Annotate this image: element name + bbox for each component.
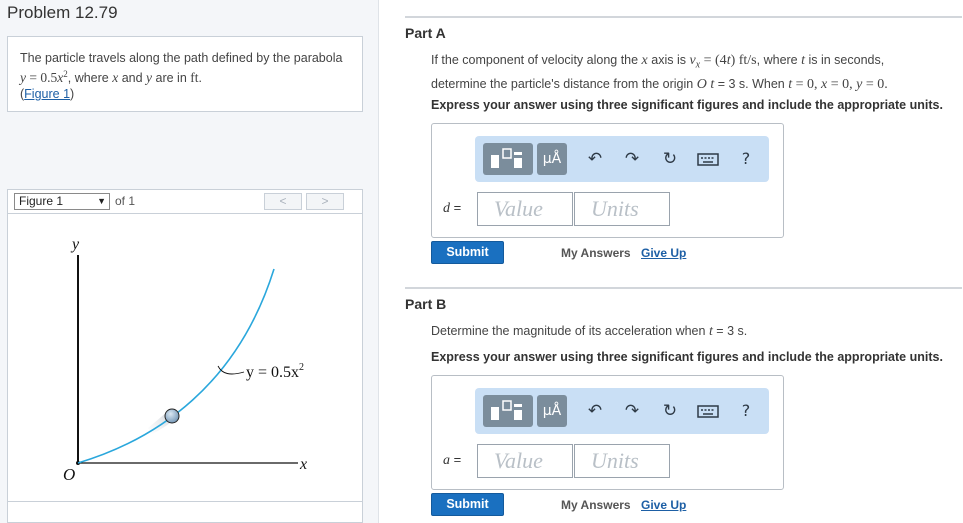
q-text: is in seconds, bbox=[805, 53, 885, 67]
keyboard-icon[interactable] bbox=[695, 395, 721, 427]
q-text: Determine the magnitude of its accelerat… bbox=[431, 324, 709, 338]
keyboard-icon[interactable] bbox=[695, 143, 721, 175]
part-a-answer-box: μÅ ↶ ↷ ↻ ? d = Value Units bbox=[431, 123, 784, 238]
math-toolbar: μÅ ↶ ↷ ↻ ? bbox=[475, 388, 769, 434]
value-input[interactable]: Value bbox=[477, 192, 573, 226]
reset-icon[interactable]: ↻ bbox=[657, 143, 683, 175]
part-b-title: Part B bbox=[405, 296, 447, 312]
origin-label: O bbox=[63, 465, 75, 484]
units-button[interactable]: μÅ bbox=[537, 395, 567, 427]
help-button[interactable]: ? bbox=[733, 143, 759, 175]
curve-label: y = 0.5x2 bbox=[246, 362, 304, 381]
q-eq: = 0. bbox=[862, 76, 888, 92]
reset-icon[interactable]: ↻ bbox=[657, 395, 683, 427]
unit-ft: ft bbox=[190, 70, 199, 86]
next-figure-button[interactable]: > bbox=[306, 193, 344, 210]
part-b-submit-button[interactable]: Submit bbox=[431, 493, 504, 516]
part-b-give-up-link[interactable]: Give Up bbox=[641, 498, 686, 512]
q-eq: = (4 bbox=[700, 53, 727, 68]
figure-diagram: y = 0.5x2 y x O bbox=[63, 236, 307, 484]
figure-count: of 1 bbox=[115, 194, 136, 208]
q-text: , where bbox=[756, 53, 802, 67]
value-input[interactable]: Value bbox=[477, 444, 573, 478]
problem-text-where: , where bbox=[67, 71, 113, 86]
y-axis-label: y bbox=[70, 236, 80, 253]
part-a-title: Part A bbox=[405, 25, 446, 41]
q-eq: = 0, bbox=[827, 76, 857, 92]
figure-select-value: Figure 1 bbox=[19, 194, 64, 208]
q-text: = 3 s. When bbox=[714, 76, 789, 91]
q-text: = 3 s. bbox=[712, 324, 748, 338]
part-a-instruction: Express your answer using three signific… bbox=[431, 98, 943, 112]
part-a-divider bbox=[405, 16, 962, 18]
var-a: a bbox=[443, 453, 450, 468]
units-input[interactable]: Units bbox=[574, 444, 670, 478]
problem-title: Problem 12.79 bbox=[7, 3, 118, 22]
part-b-answer-box: μÅ ↶ ↷ ↻ ? a = Value Units bbox=[431, 375, 784, 490]
q-eq: = 0, bbox=[792, 76, 822, 92]
undo-icon[interactable]: ↶ bbox=[582, 143, 608, 175]
redo-icon[interactable]: ↷ bbox=[619, 395, 645, 427]
part-b-instruction: Express your answer using three signific… bbox=[431, 350, 943, 364]
units-button[interactable]: μÅ bbox=[537, 143, 567, 175]
part-b-divider bbox=[405, 287, 962, 289]
figure-footer bbox=[7, 502, 363, 523]
undo-icon[interactable]: ↶ bbox=[582, 395, 608, 427]
problem-text: The particle travels along the path defi… bbox=[20, 51, 343, 65]
templates-icon bbox=[491, 148, 522, 168]
x-axis-label: x bbox=[299, 456, 307, 473]
problem-text-period: . bbox=[198, 71, 202, 86]
problem-text-and: and bbox=[118, 71, 147, 86]
figure-panel: y = 0.5x2 y x O bbox=[7, 213, 363, 502]
chevron-left-icon: < bbox=[279, 194, 287, 208]
q-var-o: O bbox=[696, 76, 707, 92]
q-eq: ) ft/s bbox=[730, 53, 757, 68]
units-input[interactable]: Units bbox=[574, 192, 670, 226]
q-text: axis is bbox=[647, 53, 690, 67]
figure-link[interactable]: Figure 1 bbox=[24, 87, 70, 101]
dropdown-arrow-icon: ▼ bbox=[97, 196, 106, 206]
part-a-submit-button[interactable]: Submit bbox=[431, 241, 504, 264]
chevron-right-icon: > bbox=[321, 194, 329, 208]
part-b-my-answers[interactable]: My Answers bbox=[561, 498, 631, 512]
q-text: If the component of velocity along the bbox=[431, 53, 642, 67]
prev-figure-button[interactable]: < bbox=[264, 193, 302, 210]
part-a-give-up-link[interactable]: Give Up bbox=[641, 246, 686, 260]
particle bbox=[164, 408, 180, 424]
figure-select[interactable]: Figure 1 ▼ bbox=[14, 193, 110, 210]
var-equals: = bbox=[450, 200, 462, 215]
part-a-question: If the component of velocity along the x… bbox=[431, 51, 963, 94]
redo-icon[interactable]: ↷ bbox=[619, 143, 645, 175]
part-a-my-answers[interactable]: My Answers bbox=[561, 246, 631, 260]
answer-var-label: d = bbox=[443, 200, 461, 217]
eq-middle: = 0.5 bbox=[26, 70, 58, 86]
figure-toolbar: Figure 1 ▼ of 1 < > bbox=[7, 189, 363, 213]
problem-pane: Problem 12.79 The particle travels along… bbox=[0, 0, 379, 523]
answer-var-label: a = bbox=[443, 452, 461, 469]
help-button[interactable]: ? bbox=[733, 395, 759, 427]
problem-statement: The particle travels along the path defi… bbox=[7, 36, 363, 112]
templates-button[interactable] bbox=[483, 395, 533, 427]
templates-icon bbox=[491, 400, 522, 420]
templates-button[interactable] bbox=[483, 143, 533, 175]
problem-text-are-in: are in bbox=[152, 71, 191, 86]
var-equals: = bbox=[450, 452, 462, 467]
math-toolbar: μÅ ↶ ↷ ↻ ? bbox=[475, 136, 769, 182]
part-b-question: Determine the magnitude of its accelerat… bbox=[431, 322, 963, 341]
var-d: d bbox=[443, 201, 450, 216]
parabola-curve bbox=[77, 268, 275, 464]
q-text: determine the particle's distance from t… bbox=[431, 76, 697, 91]
figure-link-close: ) bbox=[70, 87, 75, 102]
